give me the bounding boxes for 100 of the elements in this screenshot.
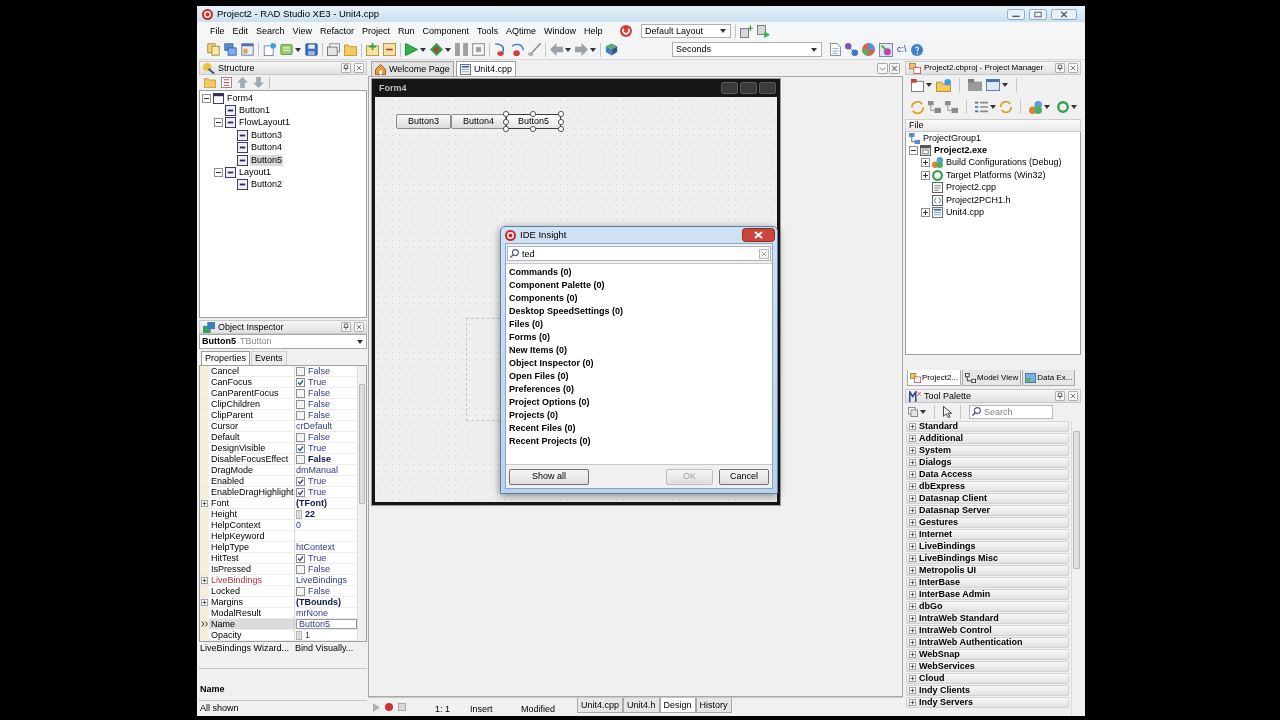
caret-icon[interactable]	[420, 47, 426, 52]
form-button[interactable]: Button4	[451, 114, 506, 129]
expand-icon[interactable]	[921, 208, 930, 218]
dropdown-icon[interactable]	[720, 29, 726, 33]
close-icon[interactable]	[1068, 391, 1078, 401]
expand-icon[interactable]	[909, 639, 916, 646]
command-link[interactable]: LiveBindings Wizard...	[200, 644, 290, 653]
expand-icon[interactable]	[909, 459, 916, 466]
pin-icon[interactable]	[1055, 63, 1065, 73]
property-row[interactable]: Locked False	[200, 586, 357, 597]
category-header[interactable]: LiveBindings Misc	[906, 553, 1069, 564]
column-header[interactable]: File	[905, 119, 1081, 132]
property-row[interactable]: Enabled True	[200, 476, 357, 487]
result-item[interactable]: Components (0)	[509, 294, 578, 303]
expand-icon[interactable]	[909, 663, 916, 670]
caret-icon[interactable]	[926, 83, 932, 87]
layout-dropdown[interactable]: Default Layout	[641, 24, 731, 38]
tree-item[interactable]: Button2	[250, 179, 284, 191]
property-row[interactable]: HelpKeyword	[200, 531, 357, 542]
checkbox[interactable]	[296, 564, 305, 574]
maximize-icon[interactable]	[1029, 8, 1047, 20]
expand-icon[interactable]	[909, 603, 916, 610]
expand-icon[interactable]	[909, 555, 916, 562]
category-header[interactable]: Datasnap Server	[906, 505, 1069, 516]
handle-icon[interactable]	[530, 111, 536, 117]
category-header[interactable]: Internet	[906, 529, 1069, 540]
expand-icon[interactable]	[909, 543, 916, 550]
block-icon[interactable]	[968, 79, 982, 91]
property-row[interactable]: Font (TFont)	[200, 498, 357, 509]
property-row[interactable]: Name Button5	[200, 619, 357, 630]
expand-icon[interactable]	[909, 423, 916, 430]
checkbox[interactable]	[296, 454, 305, 464]
caret-icon[interactable]	[1002, 83, 1008, 87]
category-header[interactable]: Additional	[906, 433, 1069, 444]
caret-icon[interactable]	[590, 47, 596, 52]
search-field[interactable]: Search	[969, 404, 1053, 419]
category-header[interactable]: Metropolis UI	[906, 565, 1069, 576]
result-item[interactable]: Open Files (0)	[509, 372, 569, 381]
inspector-tab[interactable]: Properties	[201, 351, 251, 365]
expand-icon[interactable]	[201, 576, 208, 584]
tree-item[interactable]: Project2.cpp	[945, 182, 998, 194]
windows-icon[interactable]	[224, 43, 237, 56]
layout-save-icon[interactable]	[740, 24, 753, 38]
menu-item[interactable]: Project	[361, 26, 390, 36]
menu-item[interactable]: Window	[544, 26, 577, 36]
checkbox[interactable]	[296, 388, 305, 398]
result-item[interactable]: Recent Files (0)	[509, 424, 576, 433]
tree-item[interactable]: ProjectGroup1	[922, 132, 983, 144]
caret-icon[interactable]	[920, 409, 926, 414]
result-item[interactable]: Object Inspector (0)	[509, 359, 594, 368]
new-page-icon[interactable]	[263, 43, 276, 56]
inspector-tab[interactable]: Events	[251, 351, 287, 365]
expand-icon[interactable]	[909, 627, 916, 634]
property-row[interactable]: Cursor crDefault	[200, 421, 357, 432]
panel-tab[interactable]: Project2...	[907, 370, 961, 386]
menu-item[interactable]: Refactor	[319, 26, 354, 36]
new-project-icon[interactable]	[911, 78, 924, 92]
checkbox[interactable]	[296, 410, 305, 420]
expand-icon[interactable]	[909, 495, 916, 502]
add-icon[interactable]	[366, 43, 379, 56]
window-icon[interactable]	[241, 43, 254, 56]
toolbar-dropdown[interactable]: Seconds	[672, 42, 822, 57]
expand-icon[interactable]	[909, 699, 916, 706]
close-icon[interactable]	[354, 63, 364, 73]
caret-icon[interactable]	[1044, 105, 1050, 109]
property-row[interactable]: ClipParent False	[200, 410, 357, 421]
minimize-icon[interactable]	[1007, 8, 1025, 20]
checkbox[interactable]	[296, 399, 305, 409]
expand-icon[interactable]	[909, 591, 916, 598]
step-icon[interactable]	[494, 43, 507, 56]
menu-item[interactable]: Edit	[232, 26, 249, 36]
dropdown-icon[interactable]	[811, 47, 817, 52]
list-icon[interactable]	[975, 101, 988, 113]
menu-item[interactable]: AQtime	[506, 26, 537, 36]
category-header[interactable]: WebSnap	[906, 649, 1069, 660]
cursor-icon[interactable]	[943, 405, 952, 418]
cube-icon[interactable]	[605, 43, 618, 56]
category-header[interactable]: InterBase	[906, 577, 1069, 588]
expand-icon[interactable]	[909, 519, 916, 526]
result-item[interactable]: Preferences (0)	[509, 385, 575, 394]
panel-tab[interactable]: Model View	[962, 370, 1022, 386]
category-header[interactable]: dbExpress	[906, 481, 1069, 492]
close-icon[interactable]	[889, 62, 900, 74]
pie-icon[interactable]	[862, 43, 875, 56]
command-link[interactable]: Bind Visually...	[295, 644, 354, 653]
close-icon[interactable]	[742, 228, 775, 242]
result-item[interactable]: Component Palette (0)	[509, 281, 605, 290]
tree-icon[interactable]	[928, 101, 941, 113]
tree-item[interactable]: Button5	[250, 154, 284, 166]
scrollbar[interactable]	[357, 366, 366, 641]
category-header[interactable]: Datasnap Client	[906, 493, 1069, 504]
handle-icon[interactable]	[530, 126, 536, 132]
expand-icon[interactable]	[909, 471, 916, 478]
result-item[interactable]: Desktop SpeedSettings (0)	[509, 307, 624, 316]
expand-icon[interactable]	[909, 675, 916, 682]
scrollbar-thumb[interactable]	[1073, 431, 1080, 569]
property-row[interactable]: HitTest True	[200, 553, 357, 564]
checkbox[interactable]	[296, 476, 305, 486]
layout-run-icon[interactable]	[757, 24, 770, 38]
path-button[interactable]: c:\	[897, 45, 907, 54]
